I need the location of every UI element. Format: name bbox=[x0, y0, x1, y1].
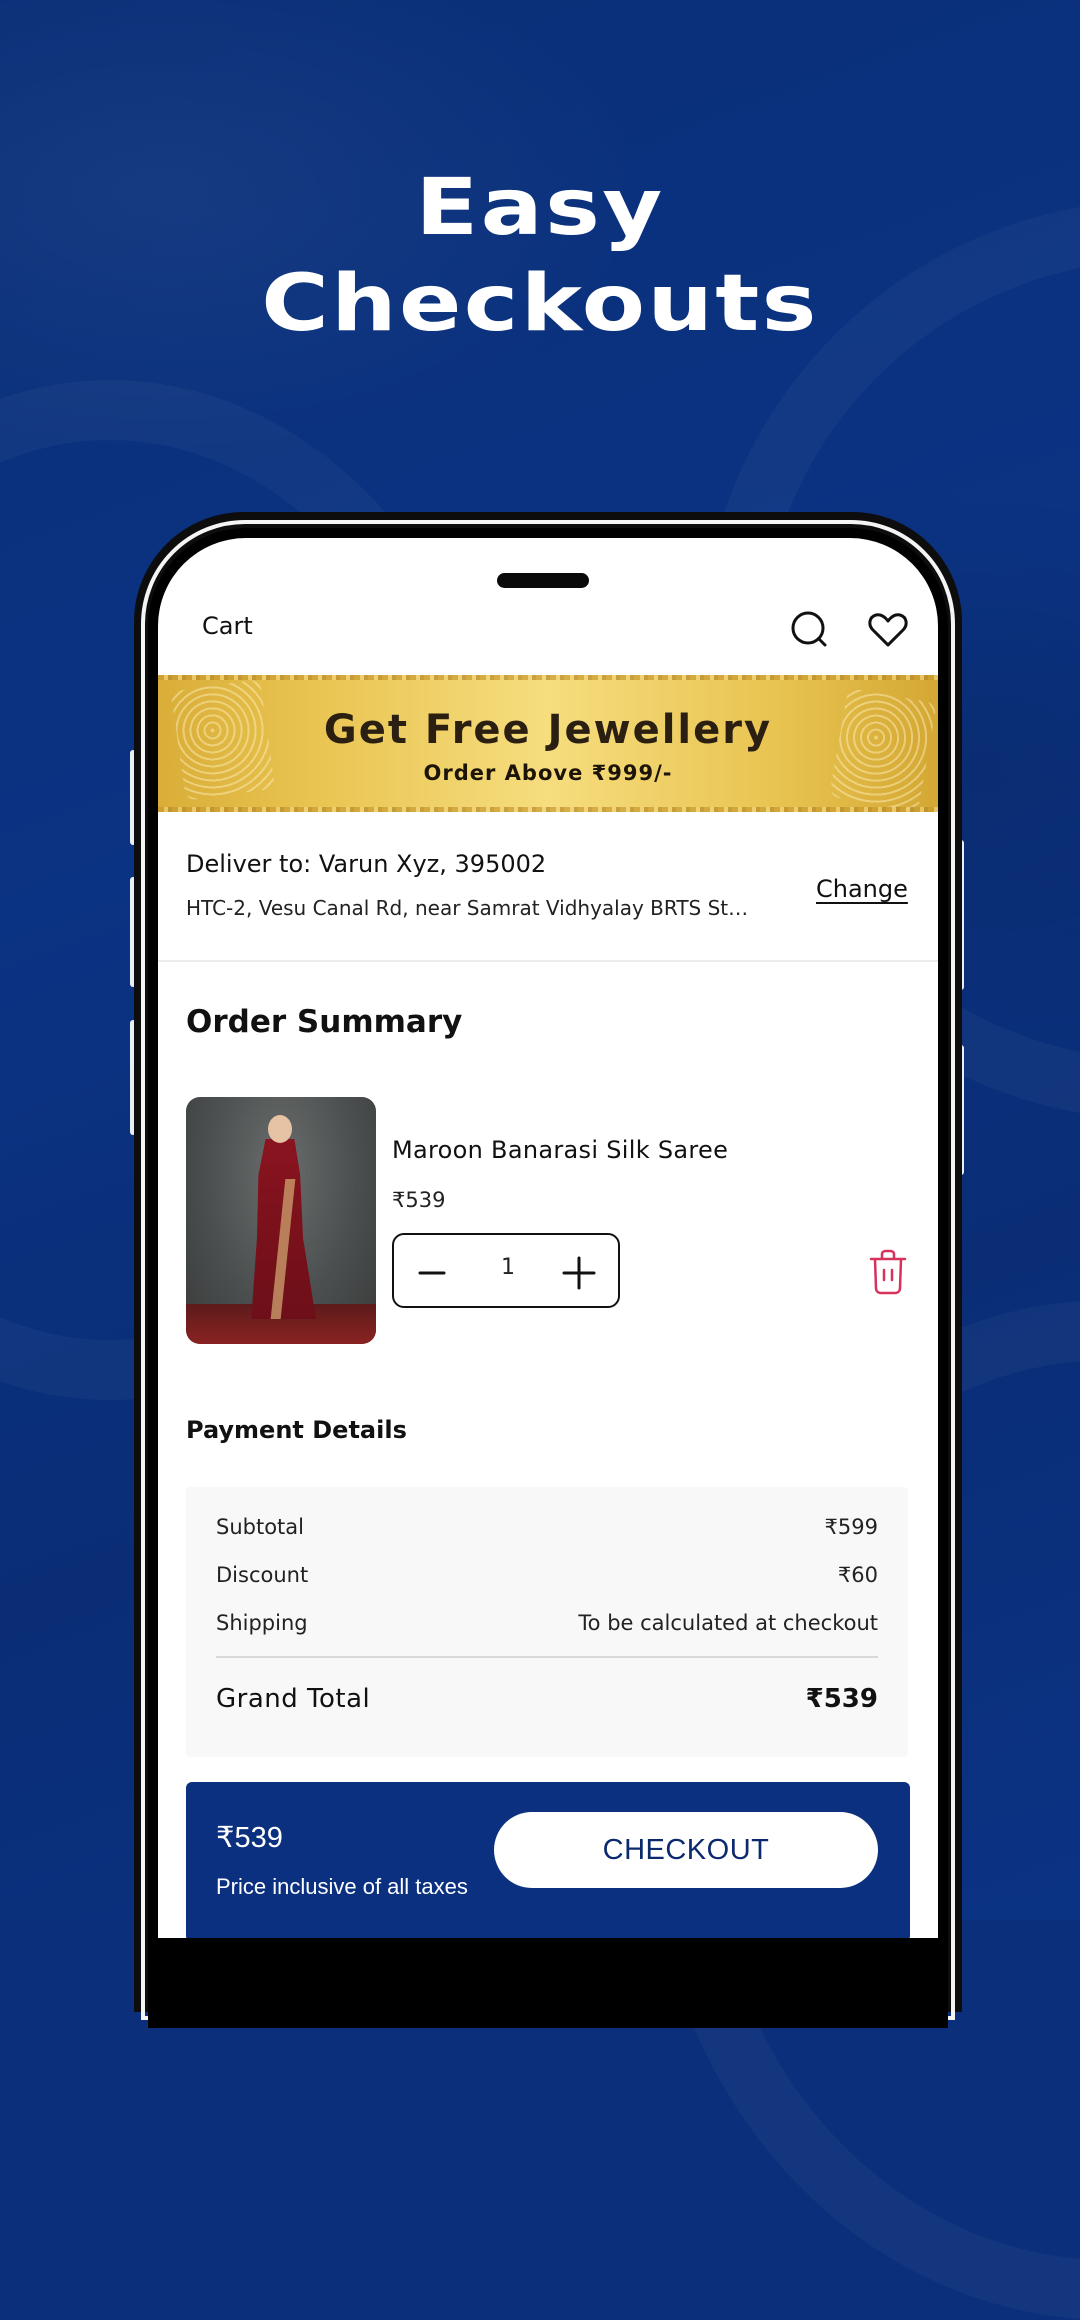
plus-icon bbox=[562, 1256, 596, 1290]
section-divider bbox=[158, 960, 938, 962]
promo-headline-line1: Easy bbox=[415, 163, 665, 253]
product-price: ₹539 bbox=[392, 1188, 446, 1212]
payment-row-label: Discount bbox=[216, 1563, 309, 1587]
footer-total-price: ₹539 bbox=[216, 1822, 283, 1854]
product-image-model bbox=[268, 1115, 292, 1143]
wishlist-button[interactable] bbox=[866, 608, 910, 652]
order-summary-heading: Order Summary bbox=[186, 1004, 463, 1040]
remove-item-button[interactable] bbox=[866, 1248, 910, 1298]
change-address-link[interactable]: Change bbox=[816, 875, 908, 903]
page-title: Cart bbox=[202, 612, 253, 640]
payment-row-value: To be calculated at checkout bbox=[578, 1611, 878, 1635]
trash-icon bbox=[869, 1249, 907, 1295]
banner-title: Get Free Jewellery bbox=[323, 707, 773, 753]
search-icon bbox=[791, 611, 827, 647]
phone-screen: Cart Get Free Jewellery Order Above ₹999… bbox=[158, 538, 938, 1938]
payment-row-value: ₹599 bbox=[824, 1515, 878, 1539]
product-name[interactable]: Maroon Banarasi Silk Saree bbox=[392, 1136, 728, 1164]
promo-banner[interactable]: Get Free Jewellery Order Above ₹999/- bbox=[158, 675, 938, 812]
payment-divider bbox=[216, 1656, 878, 1658]
checkout-footer-bar: ₹539 Price inclusive of all taxes CHECKO… bbox=[186, 1782, 910, 1938]
payment-row-label: Shipping bbox=[216, 1611, 308, 1635]
increase-quantity-button[interactable] bbox=[554, 1245, 606, 1297]
phone-notch bbox=[497, 573, 589, 588]
checkout-button[interactable]: CHECKOUT bbox=[494, 1812, 878, 1888]
banner-subtitle: Order Above ₹999/- bbox=[423, 761, 673, 785]
payment-details-heading: Payment Details bbox=[186, 1416, 407, 1444]
grand-total-label: Grand Total bbox=[216, 1684, 371, 1714]
payment-row-value: ₹60 bbox=[837, 1563, 878, 1587]
delivery-recipient: Deliver to: Varun Xyz, 395002 bbox=[186, 850, 547, 878]
grand-total-value: ₹539 bbox=[805, 1684, 878, 1714]
minus-icon bbox=[418, 1271, 446, 1275]
promo-headline-line2: Checkouts bbox=[261, 259, 819, 349]
quantity-value: 1 bbox=[501, 1255, 515, 1280]
footer-tax-note: Price inclusive of all taxes bbox=[216, 1874, 468, 1899]
payment-details-card: Subtotal ₹599 Discount ₹60 Shipping To b… bbox=[186, 1487, 908, 1757]
search-button[interactable] bbox=[788, 608, 832, 652]
heart-icon bbox=[868, 613, 908, 647]
payment-row-label: Subtotal bbox=[216, 1515, 304, 1539]
quantity-stepper: 1 bbox=[392, 1233, 620, 1308]
decrease-quantity-button[interactable] bbox=[410, 1245, 460, 1297]
delivery-address: HTC-2, Vesu Canal Rd, near Samrat Vidhya… bbox=[186, 896, 749, 920]
product-image[interactable] bbox=[186, 1097, 376, 1344]
